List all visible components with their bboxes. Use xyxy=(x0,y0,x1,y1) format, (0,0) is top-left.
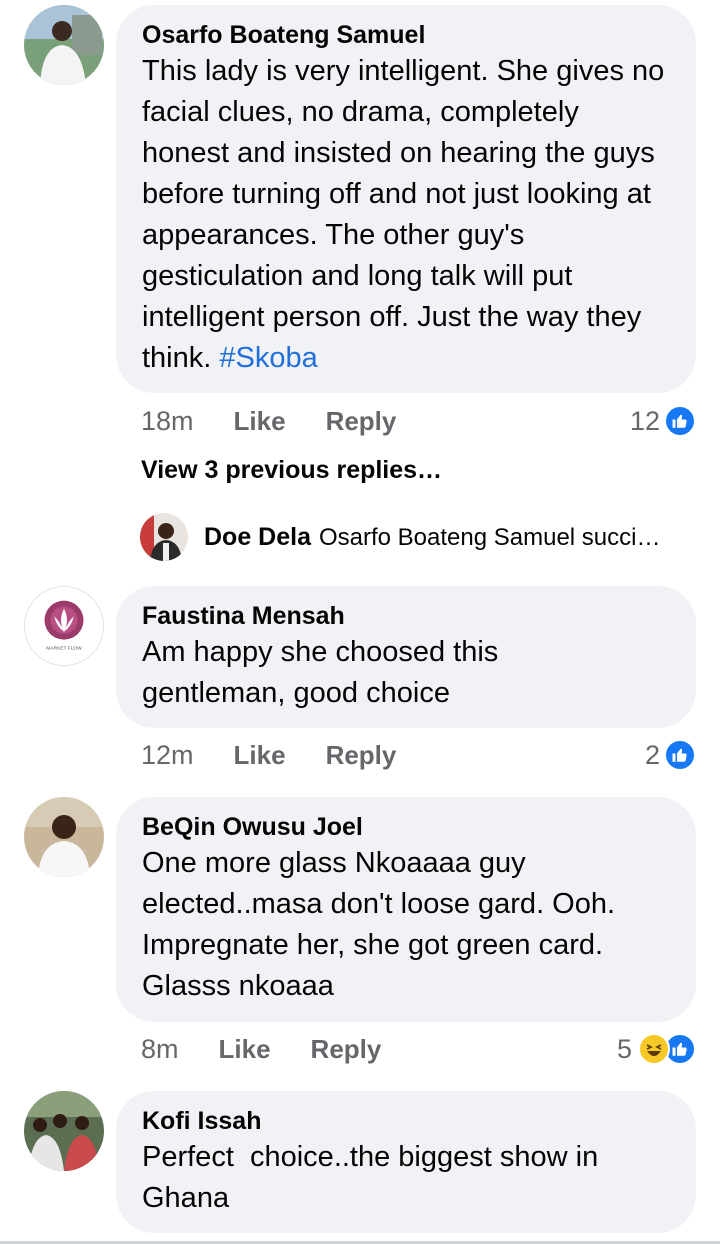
comment-text: One more glass Nkoaaaa guy elected..masa… xyxy=(142,847,616,1002)
comment-time[interactable]: 8m xyxy=(141,1034,179,1064)
like-button[interactable]: Like xyxy=(219,1034,271,1064)
hashtag-link[interactable]: #Skoba xyxy=(219,342,317,374)
comment-author[interactable]: Osarfo Boateng Samuel xyxy=(142,19,670,51)
reply-button[interactable]: Reply xyxy=(326,406,397,436)
reaction-count: 2 xyxy=(644,739,660,770)
comment-text: Am happy she choosed this gentleman, goo… xyxy=(142,636,499,709)
reactions-summary[interactable]: 12 xyxy=(630,401,696,441)
avatar-logo-text: MARKET FLOW xyxy=(46,645,82,651)
avatar-doe-dela[interactable] xyxy=(140,513,188,561)
reply-preview-text: Doe Dela Osarfo Boateng Samuel succi… xyxy=(204,522,661,551)
reactions-summary[interactable]: 2 xyxy=(645,735,696,775)
comment-author[interactable]: Kofi Issah xyxy=(142,1105,670,1137)
comment-actions: 18m Like Reply xyxy=(141,401,436,441)
avatar-osarfo[interactable] xyxy=(24,5,104,85)
comment-actions: 12m Like Reply xyxy=(141,735,436,775)
like-reaction-icon xyxy=(664,405,696,437)
view-previous-replies-link[interactable]: View 3 previous replies… xyxy=(141,456,442,485)
comment-bubble: BeQin Owusu Joel One more glass Nkoaaaa … xyxy=(116,797,696,1022)
avatar-faustina[interactable]: MARKET FLOW xyxy=(24,586,104,666)
reply-button[interactable]: Reply xyxy=(311,1034,382,1064)
avatar-kofi[interactable] xyxy=(24,1091,104,1171)
comment-time[interactable]: 18m xyxy=(141,406,194,436)
comment-text: This lady is very intelligent. She gives… xyxy=(142,55,665,374)
like-reaction-icon xyxy=(664,739,696,771)
reactions-summary[interactable]: 5 xyxy=(617,1029,696,1069)
reaction-count: 12 xyxy=(629,405,660,436)
like-button[interactable]: Like xyxy=(234,406,286,436)
comment-bubble: Kofi Issah Perfect choice..the biggest s… xyxy=(116,1091,696,1233)
comment-author[interactable]: BeQin Owusu Joel xyxy=(142,811,670,843)
haha-reaction-icon xyxy=(638,1033,670,1065)
reply-preview-author[interactable]: Doe Dela xyxy=(204,523,311,551)
comment-bubble: Osarfo Boateng Samuel This lady is very … xyxy=(116,5,696,393)
comment-bubble: Faustina Mensah Am happy she choosed thi… xyxy=(116,586,696,728)
comment-author[interactable]: Faustina Mensah xyxy=(142,600,670,632)
reaction-count: 5 xyxy=(616,1033,632,1064)
reply-button[interactable]: Reply xyxy=(326,740,397,770)
reply-preview[interactable]: Doe Dela Osarfo Boateng Samuel succi… xyxy=(140,513,700,561)
comment-text: Perfect choice..the biggest show in Ghan… xyxy=(142,1141,607,1214)
comment-time[interactable]: 12m xyxy=(141,740,194,770)
like-button[interactable]: Like xyxy=(234,740,286,770)
avatar-beqin[interactable] xyxy=(24,797,104,877)
comment-actions: 8m Like Reply xyxy=(141,1029,421,1069)
